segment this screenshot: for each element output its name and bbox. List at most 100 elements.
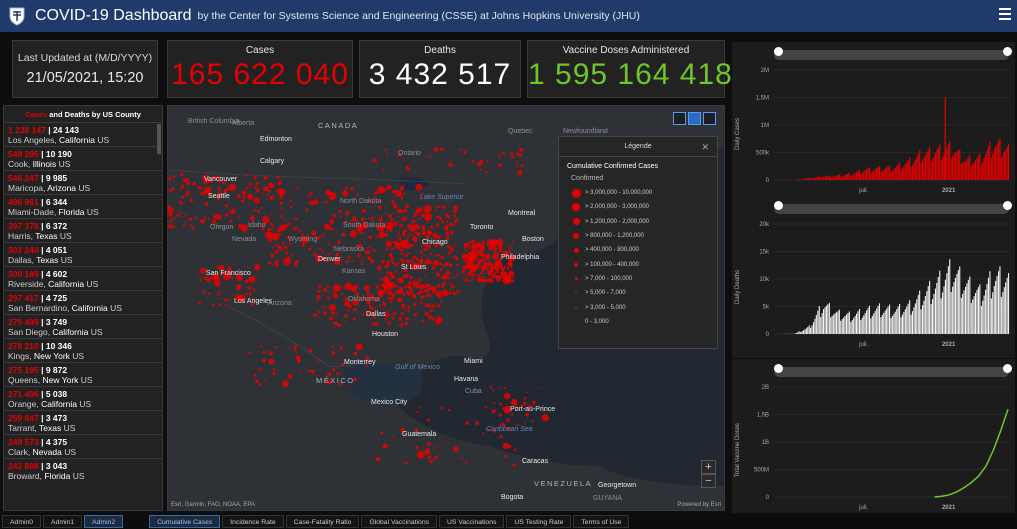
county-list-item[interactable]: 297 417 | 4 725 San Bernardino, Californi… bbox=[4, 290, 162, 314]
chart-slider-start-handle[interactable] bbox=[774, 201, 783, 210]
chart-slider-end-handle[interactable] bbox=[1003, 364, 1012, 373]
chart-slider-start-handle[interactable] bbox=[774, 47, 783, 56]
county-list-item[interactable]: 259 847 | 3 473 Tarrant, Texas US bbox=[4, 410, 162, 434]
county-separator: | bbox=[38, 197, 46, 207]
county-list-item[interactable]: 549 205 | 10 190 Cook, Illinois US bbox=[4, 146, 162, 170]
case-dot bbox=[449, 265, 452, 268]
tab-admin0[interactable]: Admin0 bbox=[2, 514, 42, 528]
county-list-item[interactable]: 546 247 | 9 985 Maricopa, Arizona US bbox=[4, 170, 162, 194]
county-separator: | bbox=[38, 413, 46, 423]
county-country: US bbox=[58, 255, 73, 265]
county-list-panel[interactable]: Cases and Deaths by US County 1 238 147 … bbox=[3, 105, 163, 511]
bookmark-icon[interactable] bbox=[673, 112, 686, 125]
county-figures: 297 417 | 4 725 bbox=[8, 293, 158, 303]
legend-dot bbox=[573, 233, 579, 240]
county-list[interactable]: 1 238 147 | 24 143 Los Angeles, Californi… bbox=[4, 122, 162, 482]
case-dot bbox=[225, 213, 229, 217]
county-list-item[interactable]: 278 210 | 10 346 Kings, New York US bbox=[4, 338, 162, 362]
case-dot bbox=[448, 276, 451, 279]
map-label-quebec: Quebec bbox=[508, 128, 533, 135]
data-bar bbox=[903, 166, 905, 180]
county-list-item[interactable]: 271 496 | 5 038 Orange, California US bbox=[4, 386, 162, 410]
data-bar bbox=[897, 306, 899, 334]
county-list-item[interactable]: 302 240 | 4 051 Dallas, Texas US bbox=[4, 242, 162, 266]
chart-slider-track[interactable] bbox=[774, 50, 1009, 60]
case-dot bbox=[415, 446, 419, 450]
chart-slider-track[interactable] bbox=[774, 367, 1009, 377]
county-list-item[interactable]: 275 195 | 9 872 Queens, New York US bbox=[4, 362, 162, 386]
county-state: California bbox=[48, 279, 85, 289]
data-bar bbox=[881, 171, 883, 180]
case-dot bbox=[393, 292, 396, 295]
case-dot bbox=[348, 304, 352, 308]
tab-view-2[interactable]: Case-Fatality Ratio bbox=[285, 514, 360, 528]
map-panel[interactable]: CANADA MÉXICO British Columbia Alberta Ontar… bbox=[167, 105, 725, 511]
case-dot bbox=[247, 193, 254, 200]
data-bar bbox=[837, 311, 839, 334]
chart-slider-track[interactable] bbox=[774, 204, 1009, 214]
county-deaths: 24 143 bbox=[52, 125, 79, 135]
data-bar bbox=[894, 167, 896, 180]
map-toolbar[interactable] bbox=[671, 112, 716, 125]
case-dot bbox=[452, 276, 455, 279]
powered-by-esri[interactable]: Powered by Esri bbox=[677, 502, 721, 508]
data-bar bbox=[835, 312, 837, 334]
county-figures: 496 961 | 6 344 bbox=[8, 197, 158, 207]
tab-view-0[interactable]: Cumulative Cases bbox=[149, 514, 221, 528]
county-country: US bbox=[69, 351, 85, 361]
tab-view-1[interactable]: Incidence Rate bbox=[222, 514, 284, 528]
data-bar bbox=[940, 298, 942, 334]
county-cases: 242 888 bbox=[8, 461, 39, 471]
county-deaths: 9 872 bbox=[45, 365, 68, 375]
county-list-item[interactable]: 1 238 147 | 24 143 Los Angeles, Californi… bbox=[4, 122, 162, 146]
chart-slider-start-handle[interactable] bbox=[774, 364, 783, 373]
county-list-item[interactable]: 397 378 | 6 372 Harris, Texas US bbox=[4, 218, 162, 242]
case-dot bbox=[467, 246, 470, 249]
data-bar bbox=[860, 174, 862, 180]
legend-list-icon[interactable] bbox=[688, 112, 701, 125]
zoom-in-button[interactable]: + bbox=[701, 460, 716, 474]
data-bar bbox=[798, 331, 800, 334]
county-list-item[interactable]: 242 888 | 3 043 Broward, Florida US bbox=[4, 458, 162, 482]
data-bar bbox=[986, 283, 988, 334]
case-dot bbox=[204, 215, 207, 218]
data-bar bbox=[924, 296, 926, 334]
case-dot bbox=[355, 343, 363, 351]
map-label-kansas: Kansas bbox=[342, 268, 366, 275]
legend-close-icon[interactable]: ✕ bbox=[701, 137, 709, 157]
tab-admin2[interactable]: Admin2 bbox=[84, 514, 124, 528]
county-scrollbar[interactable] bbox=[157, 124, 161, 154]
data-bar bbox=[953, 154, 955, 180]
chart-slider-end-handle[interactable] bbox=[1003, 201, 1012, 210]
basemap-grid-icon[interactable] bbox=[703, 112, 716, 125]
case-dot bbox=[393, 221, 398, 226]
case-dot bbox=[510, 279, 515, 283]
county-list-item[interactable]: 496 961 | 6 344 Miami-Dade, Florida US bbox=[4, 194, 162, 218]
tab-view-3[interactable]: Global Vaccinations bbox=[361, 514, 438, 528]
case-dot bbox=[245, 292, 248, 296]
tab-view-6[interactable]: Terms of Use bbox=[573, 514, 630, 528]
county-separator: | bbox=[38, 437, 46, 447]
tab-view-4[interactable]: US Vaccinations bbox=[439, 514, 505, 528]
case-dot bbox=[275, 249, 279, 254]
case-dot bbox=[387, 289, 393, 296]
case-dot bbox=[424, 448, 431, 455]
county-list-item[interactable]: 279 489 | 3 749 San Diego, California US bbox=[4, 314, 162, 338]
data-bar bbox=[861, 317, 863, 334]
tab-view-5[interactable]: US Testing Rate bbox=[506, 514, 572, 528]
county-list-item[interactable]: 300 189 | 4 602 Riverside, California US bbox=[4, 266, 162, 290]
case-dot bbox=[471, 239, 476, 244]
tab-admin1[interactable]: Admin1 bbox=[43, 514, 83, 528]
county-heading-rest: and Deaths by US County bbox=[47, 110, 141, 119]
county-state: Texas bbox=[36, 255, 59, 265]
zoom-control[interactable]: + − bbox=[701, 460, 716, 488]
zoom-out-button[interactable]: − bbox=[701, 474, 716, 488]
hamburger-menu-icon[interactable] bbox=[999, 8, 1011, 23]
case-dot bbox=[427, 455, 432, 460]
county-list-item[interactable]: 249 573 | 4 375 Clark, Nevada US bbox=[4, 434, 162, 458]
case-dot bbox=[372, 158, 377, 163]
chart-slider-end-handle[interactable] bbox=[1003, 47, 1012, 56]
case-dot bbox=[418, 283, 425, 290]
data-bar bbox=[953, 282, 955, 334]
case-dot bbox=[313, 199, 319, 205]
